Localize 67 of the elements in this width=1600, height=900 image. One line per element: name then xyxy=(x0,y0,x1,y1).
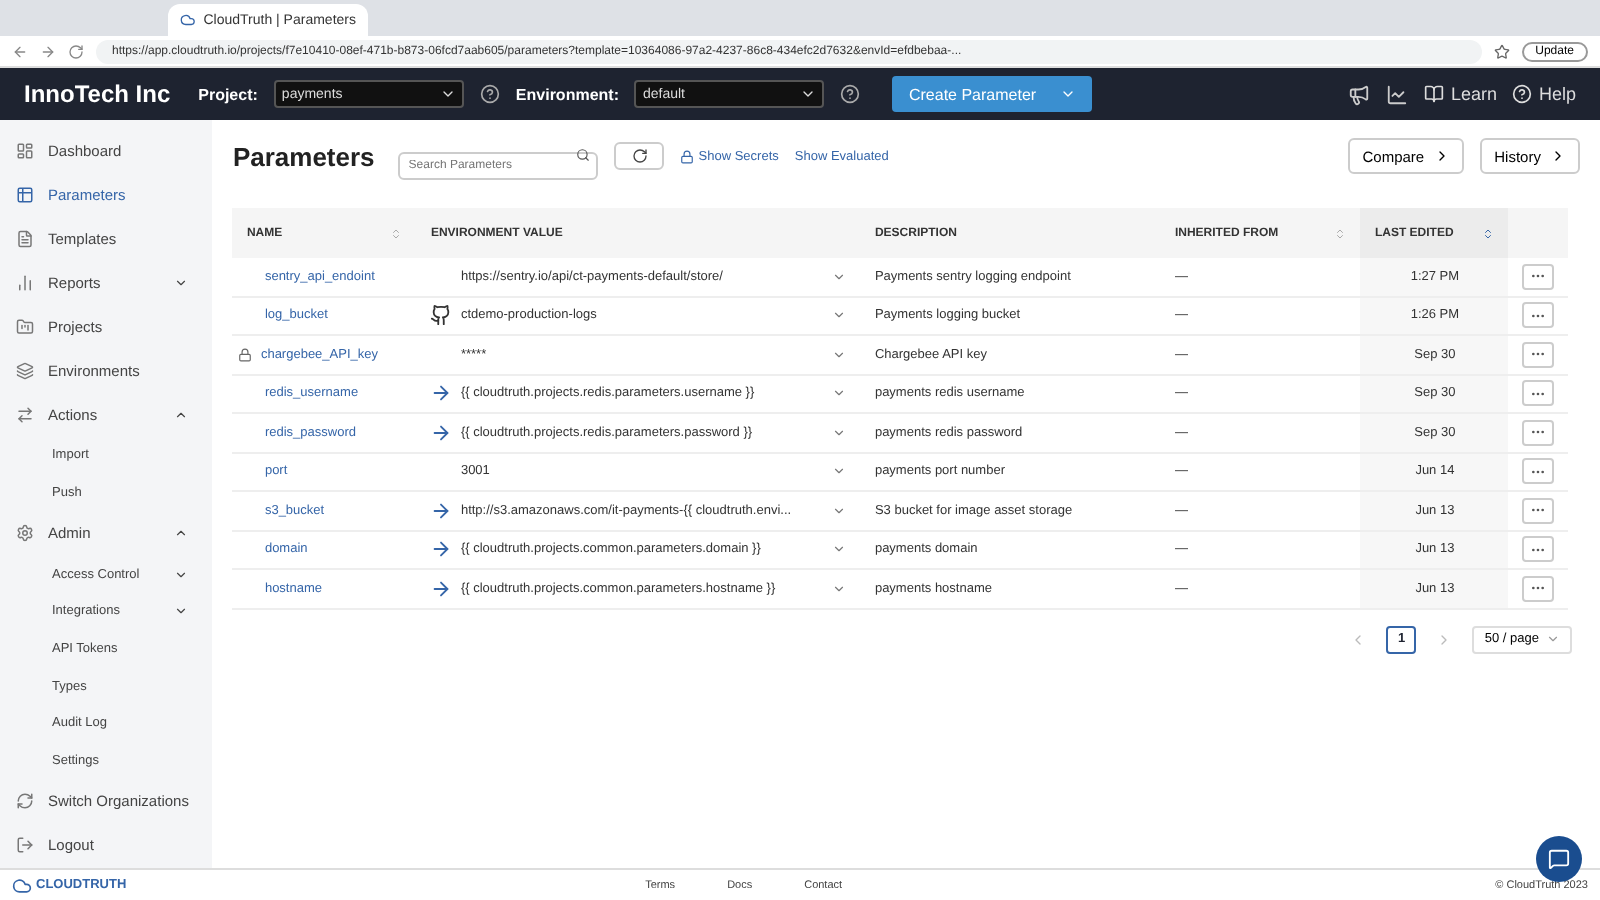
logout-icon xyxy=(16,836,34,855)
more-button[interactable] xyxy=(1522,380,1555,407)
chevron-down-icon xyxy=(1546,632,1561,646)
arrows-icon xyxy=(16,405,34,424)
more-button[interactable] xyxy=(1522,458,1555,485)
chevron-down-icon xyxy=(174,604,189,619)
help-icon[interactable] xyxy=(840,84,861,104)
table-icon xyxy=(16,185,34,204)
dashboard-icon xyxy=(16,141,34,160)
arrow-icon xyxy=(430,499,453,522)
chevron-down-icon xyxy=(832,581,847,596)
more-button[interactable] xyxy=(1522,497,1555,524)
more-button[interactable] xyxy=(1522,575,1555,602)
chevron-down-icon xyxy=(174,567,189,582)
arrow-icon xyxy=(430,421,453,444)
chart-icon[interactable] xyxy=(1386,83,1409,105)
chevron-down-icon xyxy=(174,275,189,290)
refresh-button[interactable] xyxy=(614,142,665,170)
chevron-up-icon xyxy=(174,526,189,541)
arrow-icon xyxy=(430,577,453,600)
github-icon xyxy=(430,304,453,327)
chart-icon xyxy=(16,273,34,292)
document-icon xyxy=(16,229,34,248)
bookmark-icon[interactable] xyxy=(1493,43,1510,59)
chat-icon xyxy=(1548,848,1570,870)
chevron-down-icon xyxy=(832,425,847,440)
cloud-icon xyxy=(180,12,196,28)
refresh-icon xyxy=(631,148,648,164)
help-icon xyxy=(1512,84,1533,104)
header-link[interactable]: Help xyxy=(1512,84,1576,104)
environment-label: Environment: xyxy=(515,85,619,103)
gear-icon xyxy=(16,524,34,543)
refresh-icon xyxy=(16,792,34,811)
search-icon xyxy=(576,148,591,162)
chevron-down-icon xyxy=(832,386,847,401)
more-button[interactable] xyxy=(1522,419,1555,446)
forward-icon[interactable] xyxy=(40,43,56,59)
header-link[interactable]: Learn xyxy=(1424,84,1497,104)
reload-icon[interactable] xyxy=(68,43,84,59)
help-icon[interactable] xyxy=(479,84,500,104)
chevron-down-icon xyxy=(439,86,456,102)
more-button[interactable] xyxy=(1522,341,1555,368)
book-icon xyxy=(1424,84,1445,104)
chevron-down-icon xyxy=(832,308,847,323)
chevron-down-icon xyxy=(832,542,847,557)
chevron-up-icon xyxy=(174,407,189,422)
chevron-down-icon xyxy=(800,86,817,102)
page-title: Parameters xyxy=(232,141,375,171)
chevron-down-icon xyxy=(832,347,847,362)
chevron-down-icon xyxy=(832,503,847,518)
arrow-icon xyxy=(430,538,453,561)
chat-button[interactable] xyxy=(1536,836,1582,882)
project-label: Project: xyxy=(198,85,258,103)
arrow-icon xyxy=(430,382,453,405)
lock-icon xyxy=(680,149,695,163)
caret-icon xyxy=(1060,86,1077,102)
more-button[interactable] xyxy=(1522,536,1555,563)
more-button[interactable] xyxy=(1522,302,1555,329)
folder-icon xyxy=(16,317,34,336)
org-name: InnoTech Inc xyxy=(24,80,171,108)
more-button[interactable] xyxy=(1522,263,1555,290)
chevron-down-icon xyxy=(832,269,847,284)
chevron-down-icon xyxy=(832,464,847,479)
layers-icon xyxy=(16,361,34,380)
lock-icon xyxy=(238,347,253,362)
megaphone-icon[interactable] xyxy=(1348,83,1371,105)
back-icon[interactable] xyxy=(12,43,28,59)
